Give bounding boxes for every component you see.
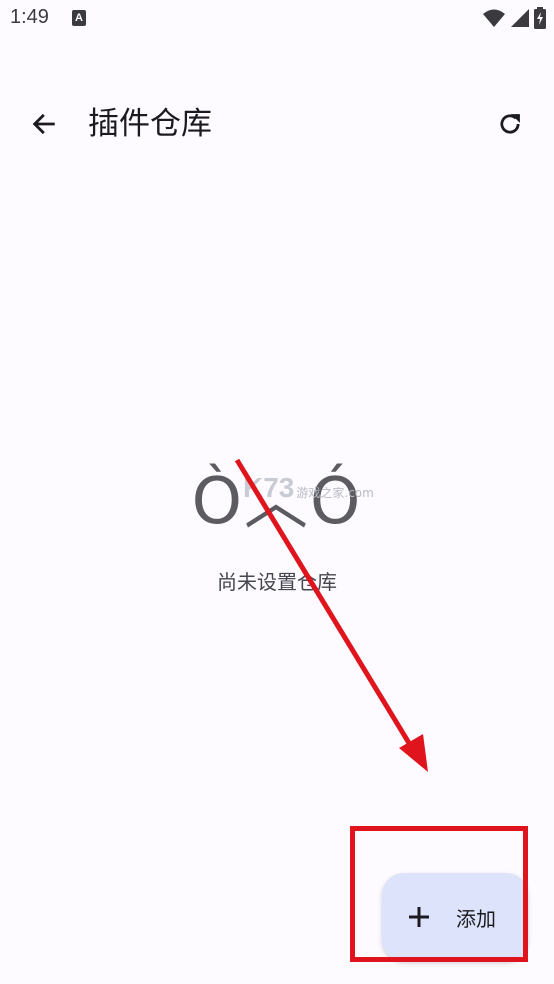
signal-icon (511, 9, 529, 27)
status-bar: 1:49 A (0, 0, 554, 40)
arrow-left-icon (32, 113, 55, 135)
status-time: 1:49 (10, 6, 49, 28)
watermark-brand: K73 (243, 472, 295, 503)
refresh-button[interactable] (488, 102, 532, 146)
battery-charging-icon (534, 7, 546, 29)
status-icons (482, 6, 546, 30)
annotation-highlight-box (350, 826, 528, 962)
wifi-icon (483, 9, 505, 27)
watermark-text: 游戏之家 (296, 486, 345, 500)
app-bar: 插件仓库 (0, 88, 554, 160)
notification-icon: A (72, 10, 86, 26)
page-title: 插件仓库 (88, 106, 212, 142)
empty-state-message: 尚未设置仓库 (217, 570, 337, 594)
watermark-domain: .com (344, 486, 374, 500)
watermark-logo: K73 游戏之家.com (243, 472, 374, 504)
refresh-icon (500, 114, 520, 134)
back-button[interactable] (22, 102, 66, 146)
